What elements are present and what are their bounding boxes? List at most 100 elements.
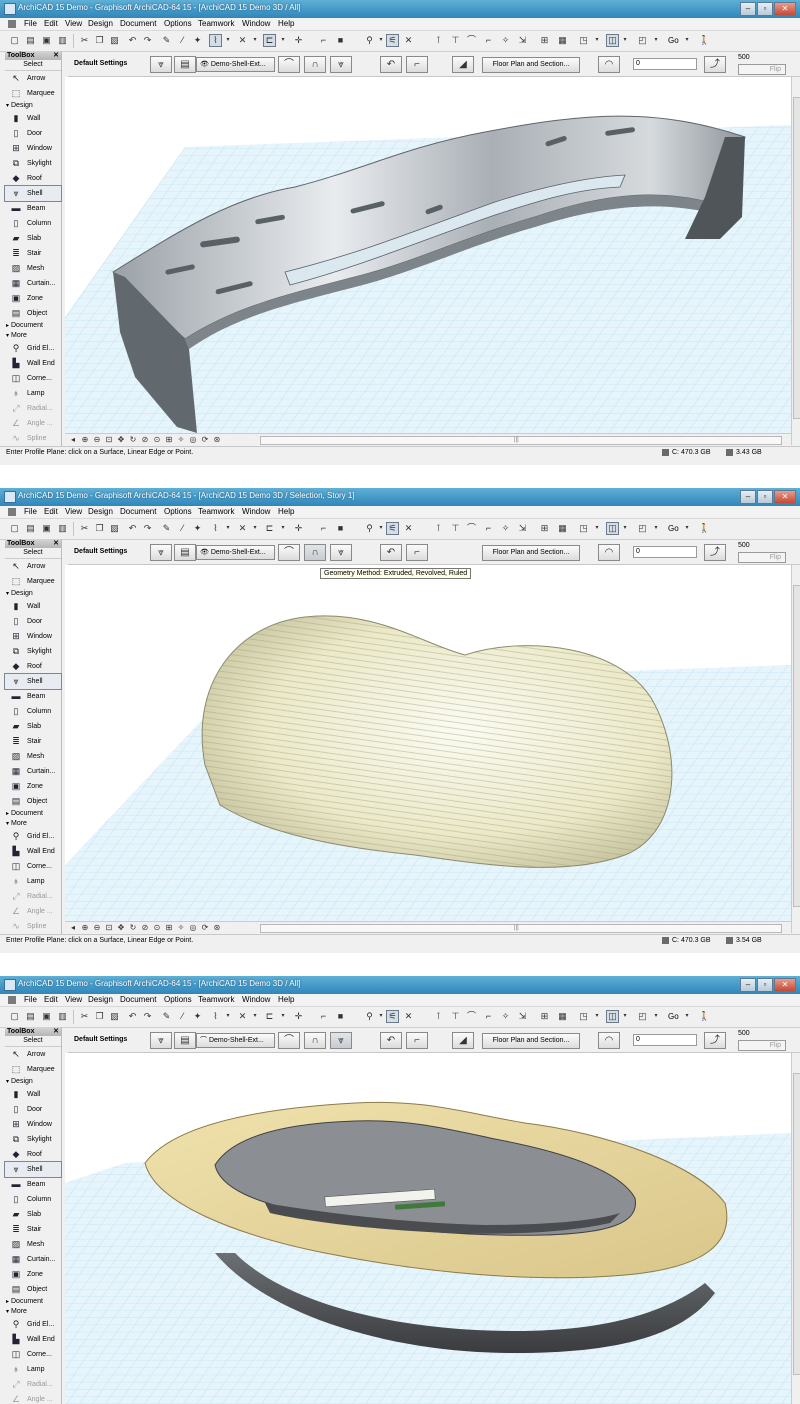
- fit-window-icon[interactable]: ⊡: [104, 435, 114, 445]
- redo-icon[interactable]: ↷: [141, 1010, 154, 1023]
- tool-arrow[interactable]: ↖ Arrow: [5, 71, 61, 86]
- close-button[interactable]: ✕: [774, 978, 796, 992]
- design-group-header[interactable]: ▾ Design: [5, 589, 61, 599]
- layout-icon[interactable]: ◰: [636, 522, 649, 535]
- explode-icon[interactable]: ✧: [499, 1010, 512, 1023]
- tool-wall[interactable]: ▮ Wall: [5, 599, 61, 614]
- menu-teamwork[interactable]: Teamwork: [198, 507, 234, 516]
- tool-roof[interactable]: ◆ Roof: [5, 659, 61, 674]
- menu-view[interactable]: View: [65, 507, 82, 516]
- length-value[interactable]: 500: [738, 1030, 750, 1037]
- dropdown-icon[interactable]: ▾: [280, 522, 286, 535]
- intersect-icon[interactable]: ⌒: [465, 522, 478, 535]
- dropdown-icon[interactable]: ▾: [622, 522, 628, 535]
- tool-marquee[interactable]: ⬚ Marquee: [5, 1062, 61, 1077]
- document-menu-icon[interactable]: [8, 996, 16, 1004]
- inject-icon[interactable]: ⁄: [176, 522, 189, 535]
- layer-settings-button[interactable]: ▤: [174, 1032, 196, 1049]
- dropdown-icon[interactable]: ▾: [684, 34, 690, 47]
- lock-icon[interactable]: ⚲: [363, 1010, 376, 1023]
- tool-wall-end[interactable]: ▙ Wall End: [5, 1332, 61, 1347]
- next-view-icon[interactable]: ⊙: [152, 923, 162, 933]
- scroll-track[interactable]: |||: [260, 924, 782, 933]
- 3d-window-icon[interactable]: ◳: [577, 1010, 590, 1023]
- tool-window[interactable]: ⊞ Window: [5, 1117, 61, 1132]
- intersect-icon[interactable]: ⌒: [465, 34, 478, 47]
- tool-grid-element[interactable]: ⚲ Grid El...: [5, 341, 61, 356]
- menu-file[interactable]: File: [24, 19, 37, 28]
- dropdown-icon[interactable]: ▾: [252, 34, 258, 47]
- contour-button[interactable]: ⌐: [406, 1032, 428, 1049]
- menu-teamwork[interactable]: Teamwork: [198, 995, 234, 1004]
- tool-curtain-wall[interactable]: ▦ Curtain...: [5, 276, 61, 291]
- redo-icon[interactable]: ↷: [141, 522, 154, 535]
- tool-corner-window[interactable]: ◫ Corne...: [5, 371, 61, 386]
- resize-icon[interactable]: ⇲: [516, 34, 529, 47]
- copy-icon[interactable]: ❐: [93, 522, 106, 535]
- walk-icon[interactable]: 🚶: [698, 1010, 711, 1023]
- rotate-icon[interactable]: ⟳: [200, 435, 210, 445]
- pan-icon[interactable]: ✥: [116, 435, 126, 445]
- layout-icon[interactable]: ◰: [636, 1010, 649, 1023]
- zoom-window-icon[interactable]: ⊞: [164, 923, 174, 933]
- dropdown-icon[interactable]: ▾: [280, 34, 286, 47]
- minimize-button[interactable]: –: [740, 978, 756, 992]
- dropdown-icon[interactable]: ▾: [594, 1010, 600, 1023]
- tool-stair[interactable]: ≣ Stair: [5, 1222, 61, 1237]
- menu-help[interactable]: Help: [278, 19, 294, 28]
- construction-method-button[interactable]: ↶: [380, 544, 402, 561]
- dropdown-icon[interactable]: ▾: [378, 34, 384, 47]
- geometry-extruded-button[interactable]: ⌒: [278, 544, 300, 561]
- document-group-header[interactable]: ▸ Document: [5, 321, 61, 331]
- solid-operations-icon[interactable]: ⊞: [538, 522, 551, 535]
- tool-mesh[interactable]: ▨ Mesh: [5, 749, 61, 764]
- tool-marquee[interactable]: ⬚ Marquee: [5, 86, 61, 101]
- 3d-viewport[interactable]: [65, 1053, 791, 1404]
- undo-icon[interactable]: ↶: [126, 34, 139, 47]
- adjust-icon[interactable]: ⊤: [449, 34, 462, 47]
- more-group-header[interactable]: ▾ More: [5, 1307, 61, 1317]
- tool-roof[interactable]: ◆ Roof: [5, 171, 61, 186]
- dropdown-icon[interactable]: ▾: [280, 1010, 286, 1023]
- tool-beam[interactable]: ▬ Beam: [5, 201, 61, 216]
- menu-view[interactable]: View: [65, 995, 82, 1004]
- next-view-icon[interactable]: ⊙: [152, 435, 162, 445]
- tool-curtain-wall[interactable]: ▦ Curtain...: [5, 764, 61, 779]
- tool-marquee[interactable]: ⬚ Marquee: [5, 574, 61, 589]
- tool-column[interactable]: ▯ Column: [5, 704, 61, 719]
- tool-lamp[interactable]: ♁ Lamp: [5, 874, 61, 889]
- zoom-out-icon[interactable]: ⊖: [92, 923, 102, 933]
- tool-corner-window[interactable]: ◫ Corne...: [5, 859, 61, 874]
- tool-corner-window[interactable]: ◫ Corne...: [5, 1347, 61, 1362]
- tool-slab[interactable]: ▰ Slab: [5, 719, 61, 734]
- pick-up-icon[interactable]: ✎: [160, 1010, 173, 1023]
- more-group-header[interactable]: ▾ More: [5, 331, 61, 341]
- 3d-view-icon[interactable]: ◫: [606, 34, 619, 47]
- floor-plan-section-button[interactable]: Floor Plan and Section...: [482, 1033, 580, 1049]
- pin-icon[interactable]: ⊛: [212, 435, 222, 445]
- dropdown-icon[interactable]: ▾: [378, 522, 384, 535]
- maximize-button[interactable]: ▫: [757, 2, 773, 16]
- solid-operations-icon[interactable]: ⊞: [538, 1010, 551, 1023]
- intersect-icon[interactable]: ⌒: [465, 1010, 478, 1023]
- tool-wall-end[interactable]: ▙ Wall End: [5, 356, 61, 371]
- menu-document[interactable]: Document: [120, 507, 156, 516]
- tool-arrow[interactable]: ↖ Arrow: [5, 1047, 61, 1062]
- arrange-icon[interactable]: ⌐: [317, 522, 330, 535]
- save-icon[interactable]: ▣: [40, 522, 53, 535]
- tool-wall-end[interactable]: ▙ Wall End: [5, 844, 61, 859]
- shell-settings-button[interactable]: ⩔: [150, 56, 172, 73]
- print-icon[interactable]: ▥: [56, 1010, 69, 1023]
- tool-skylight[interactable]: ⧉ Skylight: [5, 1132, 61, 1147]
- clear-selection-icon[interactable]: ✕: [402, 522, 415, 535]
- menu-design[interactable]: Design: [88, 995, 113, 1004]
- menu-options[interactable]: Options: [164, 507, 192, 516]
- 3d-view-icon[interactable]: ◫: [606, 522, 619, 535]
- dropdown-icon[interactable]: ▾: [653, 522, 659, 535]
- menu-file[interactable]: File: [24, 507, 37, 516]
- tool-lamp[interactable]: ♁ Lamp: [5, 386, 61, 401]
- geometry-ruled-button[interactable]: ⩔: [330, 1032, 352, 1049]
- tool-mesh[interactable]: ▨ Mesh: [5, 1237, 61, 1252]
- tool-column[interactable]: ▯ Column: [5, 1192, 61, 1207]
- suspend-groups-icon[interactable]: ⚟: [386, 34, 399, 47]
